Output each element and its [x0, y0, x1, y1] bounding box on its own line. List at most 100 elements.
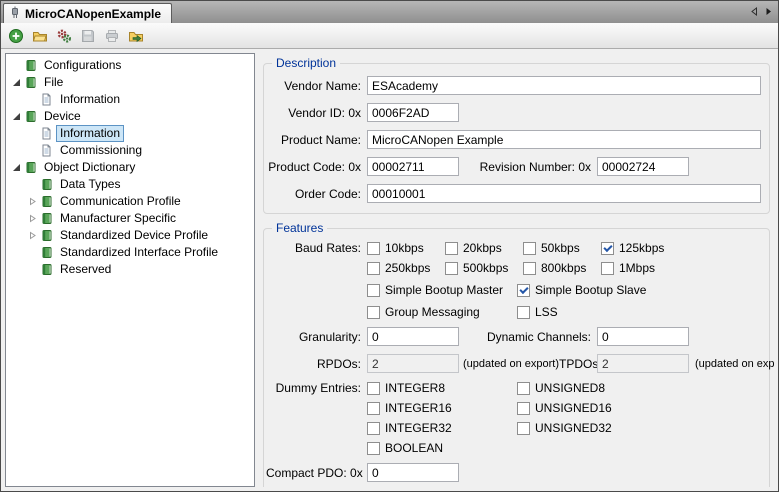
tree-item-manufacturer-specific[interactable]: Manufacturer Specific	[6, 210, 254, 227]
checkbox-input[interactable]	[367, 262, 380, 275]
checkbox-input[interactable]	[367, 242, 380, 255]
open-folder-icon[interactable]	[29, 25, 51, 46]
checkbox-input[interactable]	[367, 442, 380, 455]
new-icon[interactable]	[5, 25, 27, 46]
tree-item-label: Configurations	[40, 57, 125, 74]
tab-nav	[750, 7, 773, 16]
vendor-id-input[interactable]	[367, 103, 459, 122]
baud-50kbps-checkbox[interactable]: 50kbps	[523, 241, 601, 255]
tpdos-input	[597, 354, 689, 373]
tree-item-standardized-device-profile[interactable]: Standardized Device Profile	[6, 227, 254, 244]
gears-icon[interactable]	[53, 25, 75, 46]
boolean-checkbox[interactable]: BOOLEAN	[367, 441, 517, 455]
print-icon[interactable]	[101, 25, 123, 46]
product-name-input[interactable]	[367, 130, 761, 149]
expanded-icon[interactable]	[10, 163, 22, 172]
book-icon	[38, 263, 54, 276]
checkbox-input[interactable]	[367, 422, 380, 435]
checkbox-input[interactable]	[367, 382, 380, 395]
unsigned8-checkbox[interactable]: UNSIGNED8	[517, 381, 667, 395]
product-code-input[interactable]	[367, 157, 459, 176]
collapsed-icon[interactable]	[26, 231, 38, 240]
save-icon[interactable]	[77, 25, 99, 46]
checkbox-input[interactable]	[445, 262, 458, 275]
collapsed-icon[interactable]	[26, 214, 38, 223]
granularity-input[interactable]	[367, 327, 459, 346]
baud-10kbps-checkbox[interactable]: 10kbps	[367, 241, 445, 255]
unsigned16-checkbox[interactable]: UNSIGNED16	[517, 401, 667, 415]
checkbox-label: 250kbps	[385, 261, 430, 275]
compact-pdo-input[interactable]	[367, 463, 459, 482]
integer8-checkbox[interactable]: INTEGER8	[367, 381, 517, 395]
lss-checkbox[interactable]: LSS	[517, 305, 667, 319]
dynamic-channels-input[interactable]	[597, 327, 689, 346]
checkbox-input[interactable]	[367, 306, 380, 319]
baud-125kbps-checkbox[interactable]: 125kbps	[601, 241, 679, 255]
tree-item-file[interactable]: File	[6, 74, 254, 91]
export-folder-icon[interactable]	[125, 25, 147, 46]
integer32-checkbox[interactable]: INTEGER32	[367, 421, 517, 435]
baud-20kbps-checkbox[interactable]: 20kbps	[445, 241, 523, 255]
checkbox-input[interactable]	[517, 284, 530, 297]
baud-500kbps-checkbox[interactable]: 500kbps	[445, 261, 523, 275]
tree-item-communication-profile[interactable]: Communication Profile	[6, 193, 254, 210]
tree-item-label: File	[40, 74, 67, 91]
order-code-input[interactable]	[367, 184, 761, 203]
group-messaging-checkbox[interactable]: Group Messaging	[367, 305, 517, 319]
expanded-icon[interactable]	[10, 112, 22, 121]
checkbox-input[interactable]	[601, 242, 614, 255]
toolbar	[1, 23, 778, 49]
collapsed-icon[interactable]	[26, 197, 38, 206]
checkbox-input[interactable]	[367, 402, 380, 415]
tree-item-device-information[interactable]: Information	[6, 125, 254, 142]
navigation-tree[interactable]: Configurations File Information Device	[5, 53, 255, 487]
tree-item-label: Standardized Interface Profile	[56, 244, 222, 261]
book-icon	[38, 195, 54, 208]
scroll-left-icon[interactable]	[750, 7, 758, 16]
baud-1mbps-checkbox[interactable]: 1Mbps	[601, 261, 679, 275]
tree-item-configurations[interactable]: Configurations	[6, 57, 254, 74]
vendor-name-input[interactable]	[367, 76, 761, 95]
book-icon	[38, 246, 54, 259]
checkbox-input[interactable]	[523, 242, 536, 255]
scroll-right-icon[interactable]	[765, 7, 773, 16]
checkbox-input[interactable]	[517, 422, 530, 435]
rpdos-input	[367, 354, 459, 373]
tree-item-file-information[interactable]: Information	[6, 91, 254, 108]
checkbox-label: INTEGER32	[385, 421, 452, 435]
integer16-checkbox[interactable]: INTEGER16	[367, 401, 517, 415]
tree-item-data-types[interactable]: Data Types	[6, 176, 254, 193]
revision-number-input[interactable]	[597, 157, 689, 176]
checkbox-label: 125kbps	[619, 241, 664, 255]
checkbox-input[interactable]	[367, 284, 380, 297]
granularity-label: Granularity:	[266, 330, 361, 344]
unsigned32-checkbox[interactable]: UNSIGNED32	[517, 421, 667, 435]
checkbox-input[interactable]	[517, 382, 530, 395]
vendor-id-row: Vendor ID: 0x	[266, 103, 761, 122]
tree-item-standardized-interface-profile[interactable]: Standardized Interface Profile	[6, 244, 254, 261]
checkbox-input[interactable]	[601, 262, 614, 275]
checkbox-label: 800kbps	[541, 261, 586, 275]
tree-item-reserved[interactable]: Reserved	[6, 261, 254, 278]
checkbox-label: 50kbps	[541, 241, 580, 255]
tree-item-device[interactable]: Device	[6, 108, 254, 125]
expanded-icon[interactable]	[10, 78, 22, 87]
tree-item-commissioning[interactable]: Commissioning	[6, 142, 254, 159]
checkbox-input[interactable]	[517, 402, 530, 415]
tab-microcanopenexample[interactable]: MicroCANopenExample	[3, 3, 172, 23]
simple-bootup-master-checkbox[interactable]: Simple Bootup Master	[367, 283, 517, 297]
checkbox-input[interactable]	[517, 306, 530, 319]
order-code-row: Order Code:	[266, 184, 761, 203]
baud-250kbps-checkbox[interactable]: 250kbps	[367, 261, 445, 275]
document-icon	[38, 127, 54, 140]
document-icon	[38, 144, 54, 157]
baud-rates-label: Baud Rates:	[266, 241, 361, 255]
checkbox-input[interactable]	[445, 242, 458, 255]
book-icon	[38, 178, 54, 191]
checkbox-label: INTEGER8	[385, 381, 445, 395]
baud-rates-row-2: 250kbps 500kbps 800kbps 1Mbps	[266, 261, 761, 275]
baud-800kbps-checkbox[interactable]: 800kbps	[523, 261, 601, 275]
tree-item-object-dictionary[interactable]: Object Dictionary	[6, 159, 254, 176]
simple-bootup-slave-checkbox[interactable]: Simple Bootup Slave	[517, 283, 667, 297]
checkbox-input[interactable]	[523, 262, 536, 275]
